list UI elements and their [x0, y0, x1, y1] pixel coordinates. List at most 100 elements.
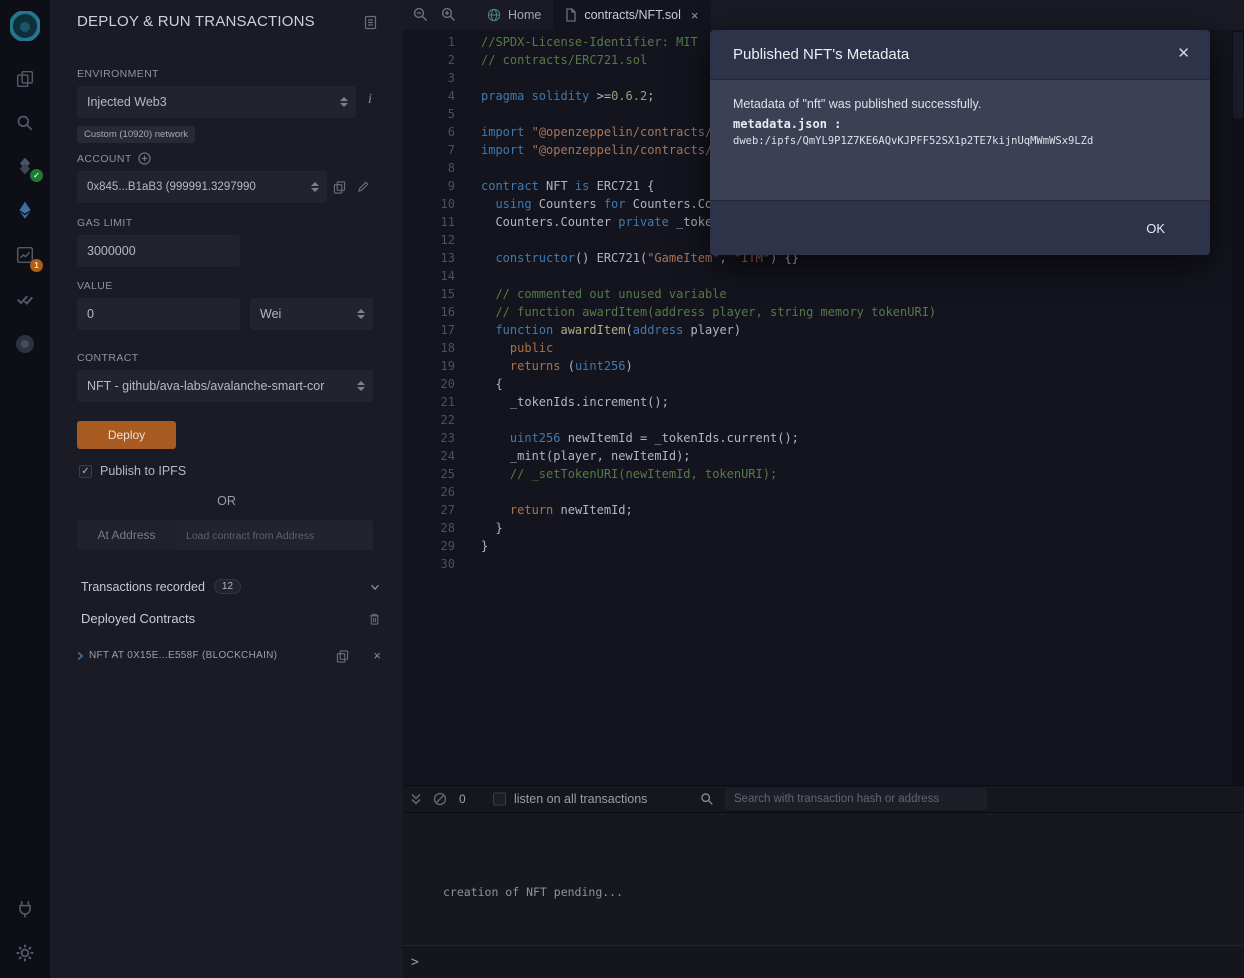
code-line: 19 returns (uint256) — [403, 357, 1244, 375]
trash-icon[interactable] — [368, 612, 381, 626]
settings-gear-icon[interactable] — [0, 940, 50, 966]
copy-account-icon[interactable] — [333, 180, 346, 194]
search-icon[interactable] — [0, 110, 50, 136]
code-line: 22 — [403, 411, 1244, 429]
or-divider: OR — [50, 494, 403, 508]
tab-nft-sol[interactable]: contracts/NFT.sol × — [553, 0, 710, 30]
file-explorer-icon[interactable] — [0, 66, 50, 92]
copy-contract-icon[interactable] — [336, 649, 349, 663]
modal-title: Published NFT's Metadata — [733, 46, 909, 63]
activity-bar: ✓ 1 — [0, 0, 50, 978]
modal-message: Metadata of "nft" was published successf… — [733, 97, 1187, 111]
zoom-in-icon[interactable] — [441, 7, 457, 23]
deploy-and-run-icon[interactable] — [0, 197, 50, 223]
modal-body: Metadata of "nft" was published successf… — [710, 80, 1210, 200]
deployed-contract-row[interactable]: NFT AT 0X15E...E558F (BLOCKCHAIN) × — [74, 648, 381, 663]
code-line: 14 — [403, 267, 1244, 285]
environment-select[interactable]: Injected Web3 — [77, 86, 356, 118]
terminal-prompt[interactable]: > — [403, 945, 1244, 978]
terminal-panel: 0 listen on all transactions creation of… — [403, 785, 1244, 978]
published-metadata-modal: Published NFT's Metadata ✕ Metadata of "… — [710, 30, 1210, 255]
pending-count: 0 — [459, 792, 466, 806]
add-account-icon[interactable] — [138, 152, 151, 165]
code-line: 27 return newItemId; — [403, 501, 1244, 519]
code-line: 23 uint256 newItemId = _tokenIds.current… — [403, 429, 1244, 447]
code-line: 26 — [403, 483, 1244, 501]
file-icon — [565, 8, 577, 22]
remove-contract-icon[interactable]: × — [373, 648, 381, 663]
value-input[interactable] — [77, 298, 240, 330]
deployed-contracts-label: Deployed Contracts — [81, 611, 195, 626]
select-caret-icon — [311, 182, 319, 192]
editor-tabbar: Home contracts/NFT.sol × — [403, 0, 1244, 30]
select-caret-icon — [340, 97, 348, 107]
tab-home[interactable]: Home — [475, 0, 553, 30]
code-line: 15 // commented out unused variable — [403, 285, 1244, 303]
code-line: 18 public — [403, 339, 1244, 357]
code-line: 16 // function awardItem(address player,… — [403, 303, 1244, 321]
modal-close-icon[interactable]: ✕ — [1177, 44, 1190, 62]
environment-label: ENVIRONMENT — [77, 68, 159, 80]
contract-select[interactable]: NFT - github/ava-labs/avalanche-smart-co… — [77, 370, 373, 402]
code-line: 20 { — [403, 375, 1244, 393]
log-line: creation of NFT pending... — [443, 885, 623, 899]
modal-header: Published NFT's Metadata ✕ — [710, 30, 1210, 80]
transactions-count-badge: 12 — [214, 579, 241, 594]
analysis-count-badge: 1 — [30, 259, 43, 272]
listen-all-checkbox[interactable] — [493, 793, 506, 806]
at-address-input[interactable] — [176, 520, 373, 550]
listen-all-label: listen on all transactions — [514, 792, 647, 806]
collapse-chevron-icon[interactable] — [369, 581, 381, 593]
account-select[interactable]: 0x845...B1aB3 (999991.3297990 — [77, 171, 327, 203]
code-line: 30 — [403, 555, 1244, 573]
publish-ipfs-label: Publish to IPFS — [100, 464, 186, 478]
transactions-recorded-label: Transactions recorded — [81, 580, 205, 594]
edit-pencil-icon[interactable] — [357, 180, 370, 193]
remix-logo-icon[interactable] — [0, 10, 50, 42]
plugin-manager-icon[interactable] — [0, 896, 50, 922]
editor-scrollbar[interactable] — [1232, 30, 1244, 785]
static-analysis-icon[interactable]: 1 — [0, 242, 50, 268]
value-unit-select[interactable]: Wei — [250, 298, 373, 330]
environment-info-icon[interactable]: i — [368, 92, 372, 108]
modal-footer: OK — [710, 200, 1210, 255]
ipfs-url: dweb:/ipfs/QmYL9P1Z7KE6AQvKJPFF52SX1p2TE… — [733, 135, 1187, 147]
unit-testing-icon[interactable] — [0, 286, 50, 312]
plugin-circle-icon[interactable] — [0, 331, 50, 357]
close-tab-icon[interactable]: × — [691, 8, 699, 23]
docs-icon[interactable] — [364, 15, 377, 30]
value-label: VALUE — [77, 280, 113, 292]
terminal-log[interactable]: creation of NFT pending... — [403, 813, 1244, 945]
select-caret-icon — [357, 381, 365, 391]
terminal-search-icon — [700, 792, 714, 806]
scrollbar-thumb[interactable] — [1233, 32, 1243, 118]
account-label: ACCOUNT — [77, 153, 132, 165]
deploy-run-panel: DEPLOY & RUN TRANSACTIONS ENVIRONMENT In… — [50, 0, 403, 978]
contract-label: CONTRACT — [77, 352, 139, 364]
deploy-button[interactable]: Deploy — [77, 421, 176, 449]
terminal-toolbar: 0 listen on all transactions — [403, 785, 1244, 813]
zoom-out-icon[interactable] — [413, 7, 429, 23]
collapse-terminal-icon[interactable] — [409, 792, 423, 807]
compiler-success-badge: ✓ — [30, 169, 43, 182]
code-line: 24 _mint(player, newItemId); — [403, 447, 1244, 465]
expand-chevron-icon[interactable] — [74, 649, 86, 663]
panel-title: DEPLOY & RUN TRANSACTIONS — [77, 13, 315, 30]
code-line: 17 function awardItem(address player) — [403, 321, 1244, 339]
code-line: 29} — [403, 537, 1244, 555]
clear-console-icon[interactable] — [433, 792, 447, 806]
metadata-file-label: metadata.json : — [733, 117, 1187, 131]
at-address-button[interactable]: At Address — [77, 520, 176, 550]
deployed-contract-label: NFT AT 0X15E...E558F (BLOCKCHAIN) — [89, 650, 277, 661]
gas-limit-label: GAS LIMIT — [77, 217, 133, 229]
terminal-search-input[interactable] — [725, 788, 987, 810]
gas-limit-input[interactable] — [77, 235, 240, 267]
code-line: 28 } — [403, 519, 1244, 537]
publish-ipfs-checkbox[interactable]: ✓ — [79, 465, 92, 478]
ok-button[interactable]: OK — [1136, 215, 1175, 242]
code-line: 21 _tokenIds.increment(); — [403, 393, 1244, 411]
code-line: 25 // _setTokenURI(newItemId, tokenURI); — [403, 465, 1244, 483]
select-caret-icon — [357, 309, 365, 319]
network-badge: Custom (10920) network — [77, 126, 195, 143]
solidity-compiler-icon[interactable]: ✓ — [0, 153, 50, 179]
